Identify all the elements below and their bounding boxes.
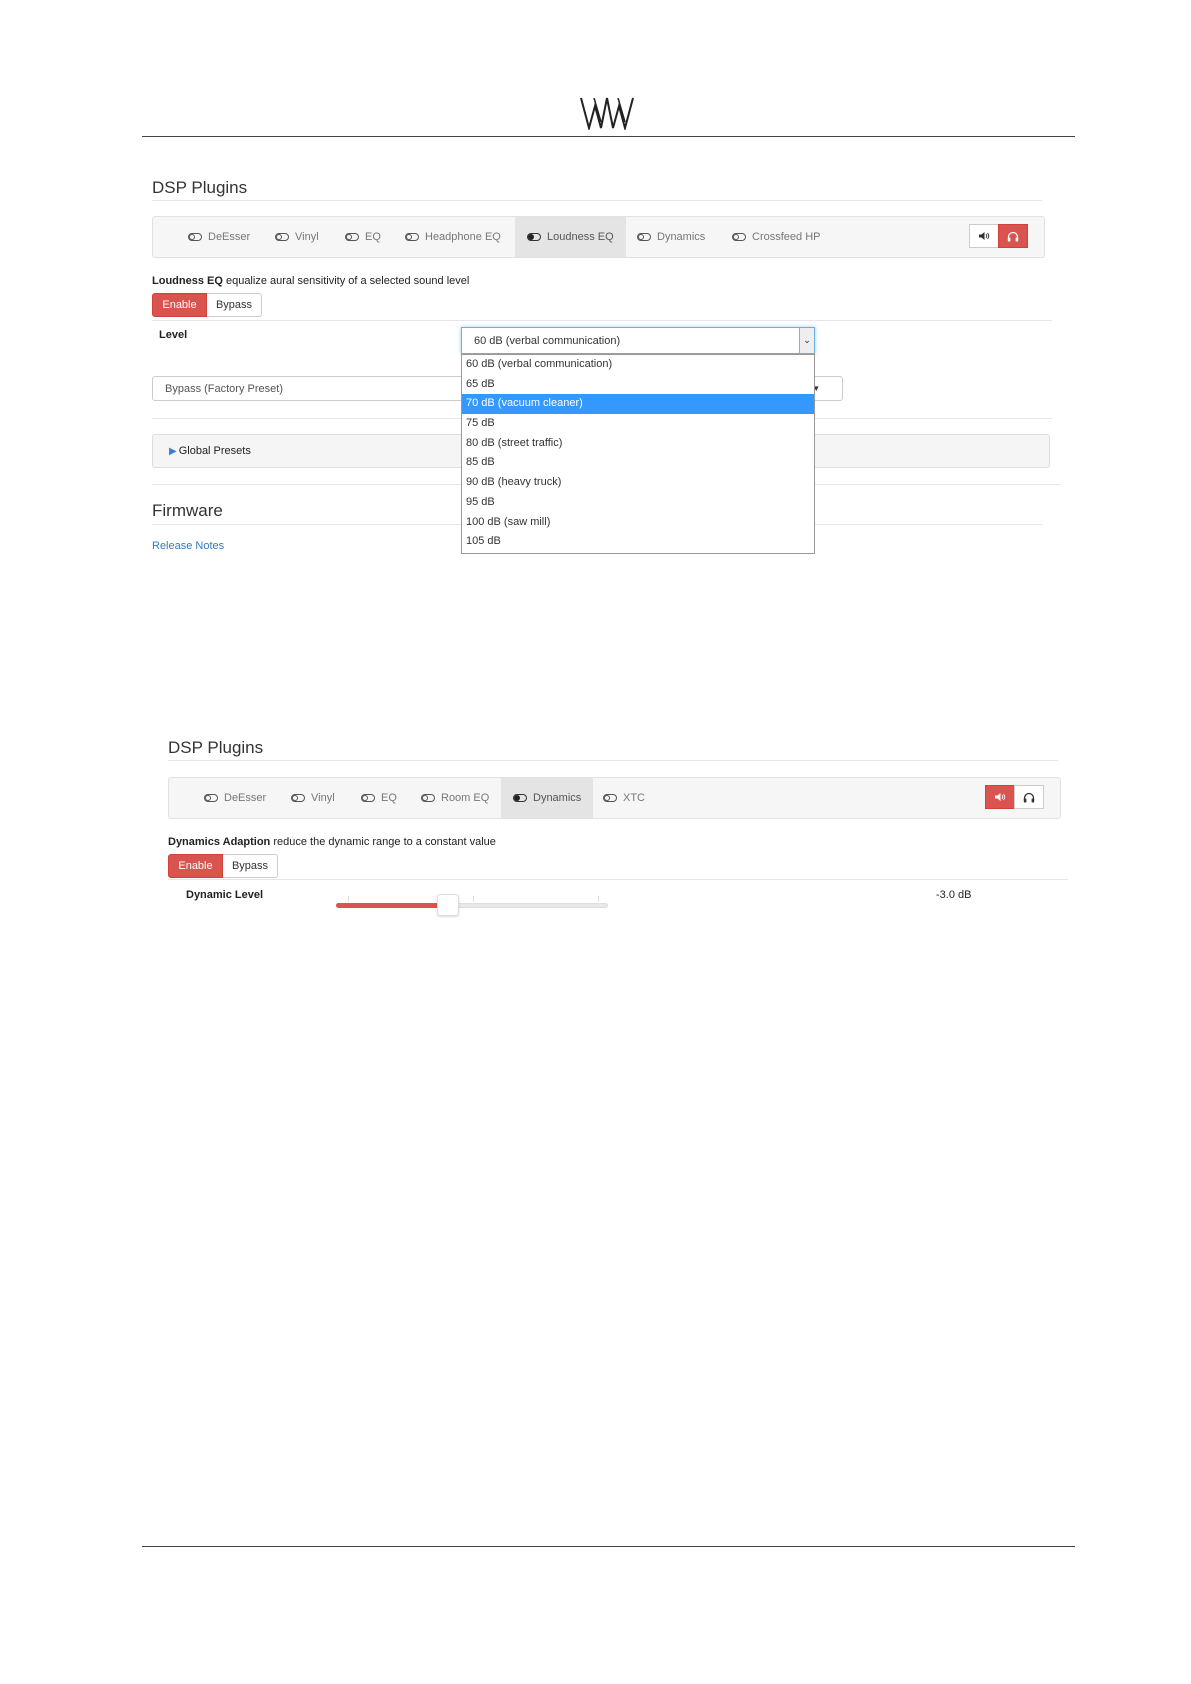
- tab-label: XTC: [623, 792, 645, 804]
- toggle-off-icon: [345, 233, 359, 241]
- plugin-name: Loudness EQ: [152, 275, 223, 287]
- tab-vinyl[interactable]: Vinyl: [291, 778, 335, 818]
- level-option[interactable]: 100 dB (saw mill): [462, 513, 814, 533]
- tab-label: Dynamics: [533, 792, 582, 804]
- level-options-list: 60 dB (verbal communication) 65 dB 70 dB…: [461, 354, 815, 554]
- global-presets-label: Global Presets: [178, 445, 251, 457]
- tab-label: Dynamics: [657, 231, 706, 243]
- tab-label: EQ: [381, 792, 397, 804]
- plugin-description: Dynamics Adaption reduce the dynamic ran…: [168, 836, 496, 848]
- plugin-tabbar-2: DeEsser Vinyl EQ Room EQ Dynamics XTC: [168, 777, 1061, 819]
- bypass-button[interactable]: Bypass: [207, 293, 262, 317]
- tab-dynamics[interactable]: Dynamics: [637, 217, 705, 257]
- toggle-off-icon: [275, 233, 289, 241]
- section-divider: [152, 200, 1042, 201]
- headphones-output-button[interactable]: [998, 224, 1028, 248]
- dynamic-level-label: Dynamic Level: [186, 889, 264, 901]
- toggle-on-icon: [527, 233, 541, 241]
- plugin-description-text: reduce the dynamic range to a constant v…: [270, 836, 496, 848]
- speaker-output-button[interactable]: [969, 224, 999, 248]
- toggle-off-icon: [361, 794, 375, 802]
- section-title-firmware: Firmware: [152, 501, 223, 520]
- slider-handle[interactable]: [437, 894, 459, 916]
- enable-button[interactable]: Enable: [168, 854, 223, 878]
- level-option[interactable]: 80 dB (street traffic): [462, 434, 814, 454]
- form-divider: [152, 320, 1052, 321]
- tab-label: Crossfeed HP: [752, 231, 821, 243]
- tab-label: Vinyl: [295, 231, 319, 243]
- section-title-dsp-plugins: DSP Plugins: [152, 178, 248, 197]
- toggle-on-icon: [513, 794, 527, 802]
- toggle-off-icon: [732, 233, 746, 241]
- tab-vinyl[interactable]: Vinyl: [275, 217, 319, 257]
- caret-right-icon: ▶: [169, 445, 177, 457]
- slider-tick: [348, 896, 349, 902]
- headphones-output-button[interactable]: [1014, 785, 1044, 809]
- toggle-off-icon: [291, 794, 305, 802]
- slider-tick: [598, 896, 599, 902]
- section-divider: [168, 760, 1058, 761]
- level-option[interactable]: 85 dB: [462, 453, 814, 473]
- plugin-tabbar: DeEsser Vinyl EQ Headphone EQ Loudness E…: [152, 216, 1045, 258]
- slider-tick: [473, 896, 474, 902]
- chevron-down-icon: ⌄: [799, 328, 814, 353]
- form-divider: [168, 879, 1068, 880]
- tab-dynamics[interactable]: Dynamics: [501, 778, 594, 818]
- section-title-dsp-plugins-2: DSP Plugins: [168, 738, 264, 757]
- tab-headphone-eq[interactable]: Headphone EQ: [405, 217, 501, 257]
- tab-label: DeEsser: [208, 231, 251, 243]
- tab-label: DeEsser: [224, 792, 267, 804]
- plugin-description-text: equalize aural sensitivity of a selected…: [222, 275, 470, 287]
- slider-fill: [336, 903, 448, 908]
- page-header-rule: [142, 136, 1075, 137]
- speaker-icon: [995, 793, 1006, 801]
- enable-button[interactable]: Enable: [152, 293, 207, 317]
- level-option[interactable]: 105 dB: [462, 532, 814, 552]
- level-select[interactable]: 60 dB (verbal communication) ⌄: [461, 327, 815, 354]
- tab-loudness-eq[interactable]: Loudness EQ: [515, 217, 626, 257]
- tab-crossfeed-hp[interactable]: Crossfeed HP: [732, 217, 820, 257]
- toggle-off-icon: [188, 233, 202, 241]
- speaker-output-button[interactable]: [985, 785, 1015, 809]
- tab-eq[interactable]: EQ: [345, 217, 381, 257]
- tab-label: Loudness EQ: [547, 231, 614, 243]
- level-option[interactable]: 95 dB: [462, 493, 814, 513]
- preset-select[interactable]: Bypass (Factory Preset): [152, 376, 472, 401]
- level-option[interactable]: 65 dB: [462, 375, 814, 395]
- headphones-icon: [1023, 792, 1035, 802]
- tab-label: Room EQ: [441, 792, 490, 804]
- headphones-icon: [1007, 231, 1019, 241]
- level-select-value: 60 dB (verbal communication): [474, 334, 621, 347]
- plugin-name: Dynamics Adaption: [168, 836, 271, 848]
- toggle-off-icon: [603, 794, 617, 802]
- toggle-off-icon: [421, 794, 435, 802]
- toggle-off-icon: [405, 233, 419, 241]
- level-label: Level: [159, 329, 188, 341]
- tab-eq[interactable]: EQ: [361, 778, 397, 818]
- toggle-off-icon: [637, 233, 651, 241]
- level-option[interactable]: 60 dB (verbal communication): [462, 355, 814, 375]
- tab-room-eq[interactable]: Room EQ: [421, 778, 489, 818]
- tab-xtc[interactable]: XTC: [603, 778, 645, 818]
- ww-logo: [580, 97, 634, 130]
- page-footer-rule: [142, 1546, 1075, 1547]
- tab-label: Vinyl: [311, 792, 335, 804]
- tab-deesser[interactable]: DeEsser: [204, 778, 266, 818]
- plugin-description: Loudness EQ equalize aural sensitivity o…: [152, 275, 469, 287]
- speaker-icon: [979, 232, 990, 240]
- tab-label: EQ: [365, 231, 381, 243]
- level-option[interactable]: 75 dB: [462, 414, 814, 434]
- tab-label: Headphone EQ: [425, 231, 501, 243]
- dynamic-level-value: -3.0 dB: [936, 889, 972, 901]
- release-notes-link[interactable]: Release Notes: [152, 540, 224, 552]
- bypass-button[interactable]: Bypass: [223, 854, 278, 878]
- level-option-highlighted[interactable]: 70 dB (vacuum cleaner): [462, 394, 814, 415]
- level-option[interactable]: 90 dB (heavy truck): [462, 473, 814, 493]
- toggle-off-icon: [204, 794, 218, 802]
- tab-deesser[interactable]: DeEsser: [188, 217, 250, 257]
